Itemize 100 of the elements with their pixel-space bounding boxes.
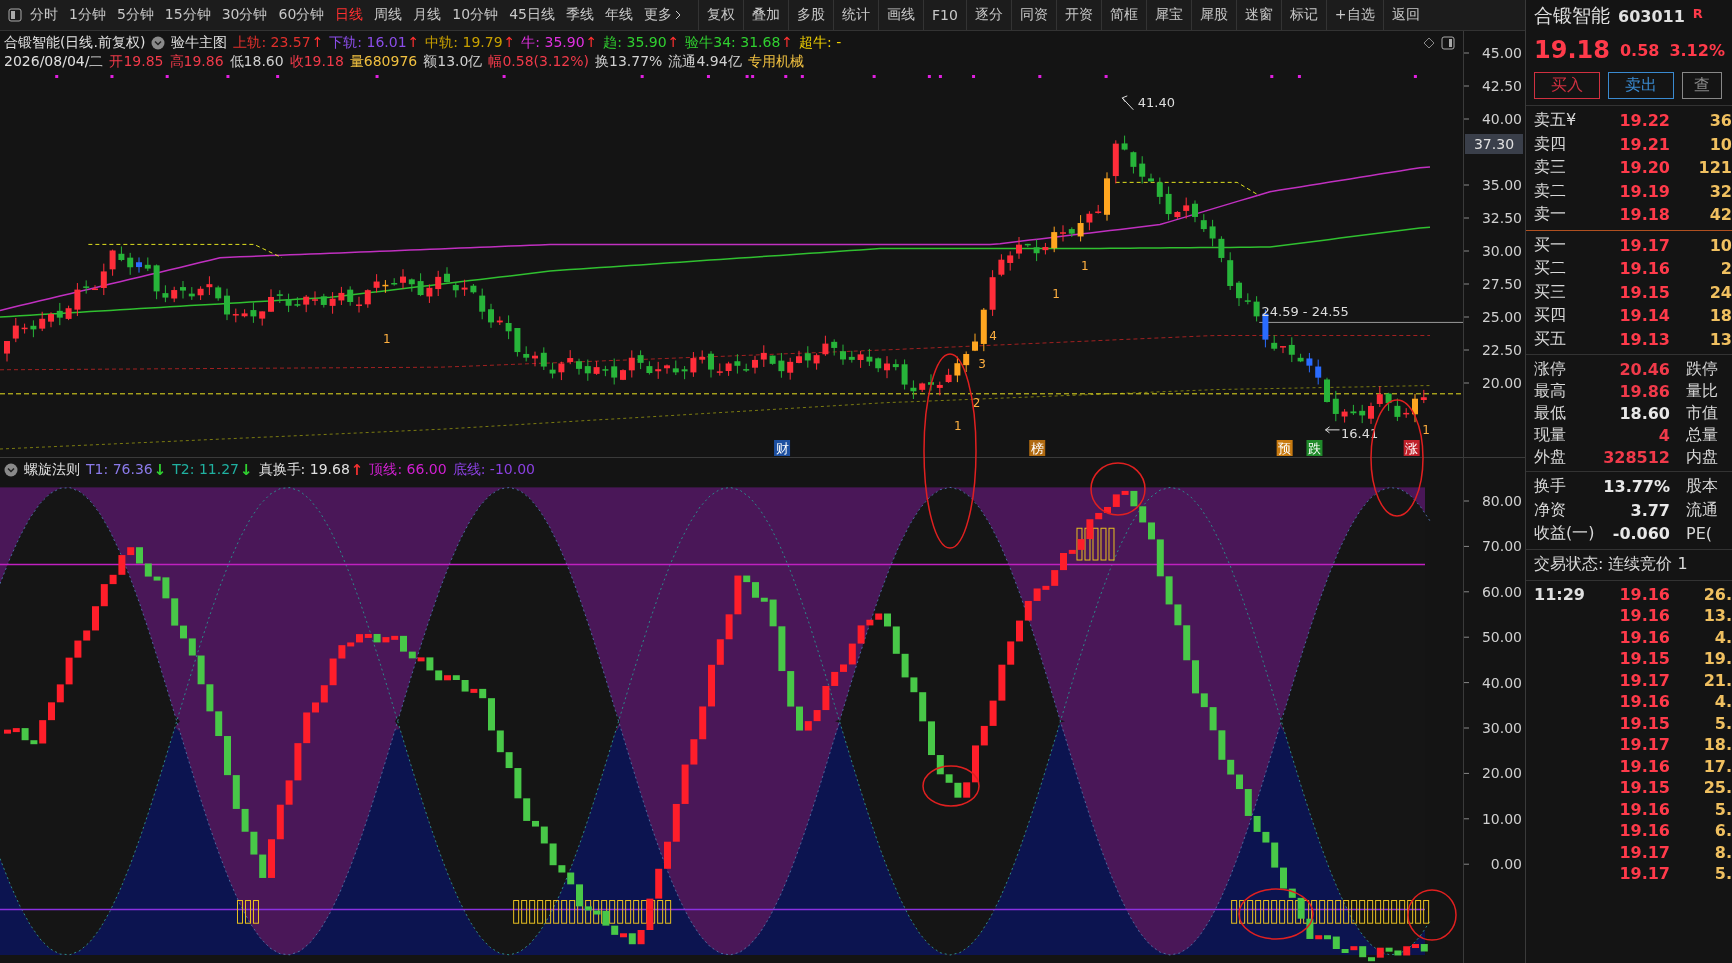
stat-label: 市值 <box>1685 402 1719 424</box>
axis-label: 27.50 <box>1481 276 1522 292</box>
order-volume: 10 <box>1708 134 1732 154</box>
current-price: 19.18 <box>1534 36 1610 64</box>
tick-price: 19.16 <box>1618 584 1670 604</box>
candle-mark: 1 <box>382 332 391 346</box>
tick-volume: 17. <box>1702 756 1732 776</box>
period-tab[interactable]: 周线 <box>374 6 403 24</box>
axis-label: 20.00 <box>1481 375 1522 391</box>
stat-label: 涨停 <box>1534 358 1567 380</box>
highlight-circle <box>1090 462 1146 516</box>
axis-label: 45.00 <box>1481 45 1522 61</box>
order-level: 卖四 <box>1534 133 1567 155</box>
diamond-icon[interactable] <box>1423 36 1435 49</box>
trend-arrow: ↑ <box>781 33 794 52</box>
order-volume: 42 <box>1708 205 1732 225</box>
trend-arrow: ↑ <box>667 33 680 52</box>
order-level: 买二 <box>1534 258 1567 280</box>
quote-value: 开19.85 <box>109 52 164 71</box>
indicator-value: 牛: 35.90 <box>521 33 585 52</box>
period-tab[interactable]: 月线 <box>413 6 442 24</box>
order-level: 买三 <box>1534 281 1567 303</box>
stat-label: 净资 <box>1534 499 1567 521</box>
panel-icon[interactable] <box>8 8 22 22</box>
period-tab[interactable]: 分时 <box>30 6 58 24</box>
arrow-icon <box>1325 426 1340 434</box>
period-tab[interactable]: 10分钟 <box>452 6 499 24</box>
panel-icon[interactable] <box>1441 35 1455 50</box>
stat-label: 最低 <box>1534 402 1567 424</box>
candle-mark: 1 <box>1081 259 1089 274</box>
chart-title: 合锻智能(日线.前复权) <box>4 33 146 52</box>
period-tab[interactable]: 日线 <box>335 6 364 24</box>
trend-arrow: ↑ <box>503 33 516 52</box>
event-label: 跌 <box>1307 441 1321 456</box>
period-tab[interactable]: 30分钟 <box>221 6 268 24</box>
candle-mark: 3 <box>978 357 986 372</box>
stat-value: 4 <box>1657 425 1670 445</box>
period-tab[interactable]: 45日线 <box>509 6 555 24</box>
stat-label: 量比 <box>1685 380 1719 402</box>
quote-value: 流通4.94亿 <box>668 52 742 71</box>
date-text: 2026/08/04/二 <box>4 52 104 71</box>
order-price: 19.20 <box>1618 158 1670 178</box>
period-tab[interactable]: 60分钟 <box>278 6 325 24</box>
axis-label: 42.50 <box>1481 78 1522 94</box>
order-volume: 24 <box>1708 282 1732 302</box>
trade-button[interactable]: 买入 <box>1534 72 1600 99</box>
axis-label: 40.00 <box>1481 674 1522 691</box>
candle-mark: 4 <box>989 328 997 343</box>
event-label: 涨 <box>1405 441 1419 456</box>
order-level: 卖五¥ <box>1534 110 1578 132</box>
trend-arrow: ↑ <box>585 33 598 52</box>
event-label: 财 <box>775 441 789 456</box>
indicator-name: 螺旋法则 <box>24 461 80 479</box>
dropdown-icon[interactable] <box>151 35 166 50</box>
indicator-value: T1: 76.36 <box>86 461 153 479</box>
change-percent: 3.12% <box>1669 40 1725 60</box>
stat-value: 18.60 <box>1618 403 1670 423</box>
candle-mark: 1 <box>953 419 962 434</box>
trend-arrow: ↑ <box>407 33 420 52</box>
quote-value: 收19.18 <box>289 52 344 71</box>
order-price: 19.18 <box>1618 205 1670 225</box>
quote-value: 换13.77% <box>595 52 663 71</box>
period-tab[interactable]: 5分钟 <box>116 6 154 24</box>
trend-arrow: ↓ <box>240 461 253 479</box>
tick-volume: 6. <box>1713 821 1732 841</box>
stock-name: 合锻智能 <box>1534 3 1610 28</box>
order-price: 19.17 <box>1618 235 1670 255</box>
candle-mark: 1 <box>1422 422 1430 437</box>
period-tab[interactable]: 年线 <box>605 6 633 24</box>
tick-volume: 21. <box>1702 670 1732 690</box>
stat-label: 股本 <box>1685 476 1719 498</box>
tick-volume: 5. <box>1713 864 1732 884</box>
axis-label: 40.00 <box>1481 111 1522 127</box>
tick-volume: 13. <box>1702 606 1732 626</box>
axis-label: 32.50 <box>1481 210 1522 226</box>
stat-value: 13.77% <box>1602 477 1670 497</box>
event-label: 预 <box>1278 441 1292 456</box>
trend-arrow: ↑ <box>350 461 364 479</box>
trade-button[interactable]: 卖出 <box>1608 72 1674 99</box>
stat-value: -0.060 <box>1611 524 1670 544</box>
axis-label: 25.00 <box>1481 309 1522 325</box>
axis-label: 20.00 <box>1481 765 1522 782</box>
dropdown-icon[interactable] <box>4 463 18 477</box>
tick-price: 19.17 <box>1618 864 1670 884</box>
indicator-value: 中轨: 19.79 <box>425 33 503 52</box>
stat-value: 3.77 <box>1629 500 1670 520</box>
trade-button[interactable]: 查 <box>1682 72 1722 99</box>
tick-price: 19.17 <box>1618 735 1670 755</box>
period-tab[interactable]: 更多 <box>644 6 682 24</box>
stat-label: 现量 <box>1534 424 1567 446</box>
period-tab[interactable]: 15分钟 <box>164 6 211 24</box>
axis-label: 60.00 <box>1481 583 1522 600</box>
trend-arrow: ↓ <box>153 461 167 479</box>
tick-volume: 4. <box>1713 627 1732 647</box>
order-price: 19.19 <box>1618 181 1670 201</box>
quote-value: 额13.0亿 <box>423 52 483 71</box>
axis-label: 30.00 <box>1481 720 1522 736</box>
period-tab[interactable]: 1分钟 <box>69 6 106 24</box>
tick-volume: 25. <box>1702 778 1732 798</box>
period-tab[interactable]: 季线 <box>566 6 594 24</box>
